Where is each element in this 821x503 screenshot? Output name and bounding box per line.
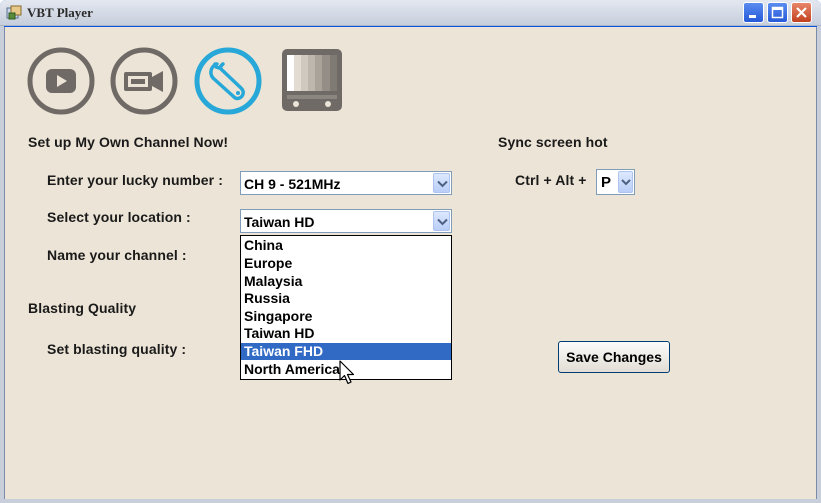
window-frame-bottom [0,499,821,503]
location-dropdown-list[interactable]: China Europe Malaysia Russia Singapore T… [240,235,452,380]
minimize-icon [749,15,756,18]
sync-heading: Sync screen hot [498,134,608,150]
app-icon [6,5,22,20]
location-value: Taiwan HD [244,214,315,230]
close-button[interactable] [791,2,812,23]
quality-heading: Blasting Quality [28,300,137,316]
hotkey-value: P [601,174,612,191]
close-icon [796,7,807,18]
channel-setup-heading: Set up My Own Channel Now! [28,134,229,150]
title-bar[interactable]: VBT Player [0,0,821,26]
location-option-taiwan-fhd[interactable]: Taiwan FHD [241,343,451,360]
video-camera-icon[interactable] [110,47,178,115]
location-select[interactable]: Taiwan HD [240,209,452,233]
lucky-number-value: CH 9 - 521MHz [244,176,341,192]
location-dropdown-button[interactable] [433,211,450,231]
window-frame-right [817,26,821,503]
location-option-taiwan-hd[interactable]: Taiwan HD [241,325,451,342]
app-window: VBT Player Set up My Own Channel Now! En… [0,0,821,503]
tv-test-pattern-icon[interactable] [278,47,346,115]
location-option-singapore[interactable]: Singapore [241,308,451,325]
mouse-cursor-icon [339,360,355,385]
quality-label: Set blasting quality : [47,341,187,357]
window-title: VBT Player [27,5,93,20]
lucky-number-dropdown-button[interactable] [433,173,450,193]
hotkey-select[interactable]: P [596,169,635,195]
location-option-malaysia[interactable]: Malaysia [241,273,451,290]
wrench-icon[interactable] [194,47,262,115]
chevron-down-icon [437,218,448,226]
save-changes-button[interactable]: Save Changes [558,341,670,373]
location-option-russia[interactable]: Russia [241,290,451,307]
lucky-number-select[interactable]: CH 9 - 521MHz [240,171,452,195]
chevron-down-icon [437,180,448,188]
location-option-europe[interactable]: Europe [241,255,451,272]
minimize-button[interactable] [743,2,764,23]
hotkey-prefix: Ctrl + Alt + [515,172,587,188]
lucky-number-label: Enter your lucky number : [47,172,223,188]
location-label: Select your location : [47,209,191,225]
chevron-down-icon [621,179,631,186]
channel-name-label: Name your channel : [47,247,187,263]
hotkey-dropdown-button[interactable] [618,171,633,193]
play-icon[interactable] [27,47,95,115]
maximize-icon [771,6,784,19]
location-option-china[interactable]: China [241,237,451,254]
maximize-button[interactable] [767,2,788,23]
